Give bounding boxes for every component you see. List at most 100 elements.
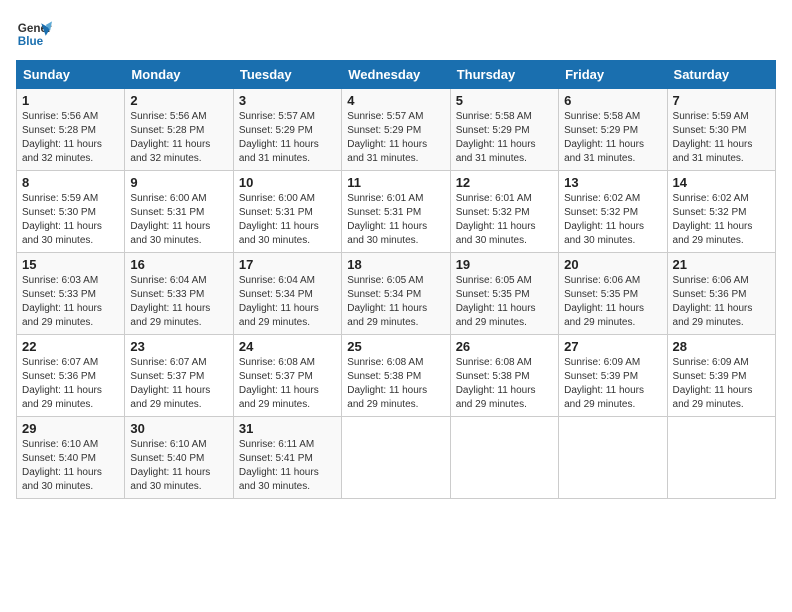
logo: General Blue	[16, 16, 56, 52]
day-detail: Sunrise: 6:06 AMSunset: 5:36 PMDaylight:…	[673, 275, 753, 328]
day-number: 2	[130, 93, 227, 108]
day-number: 12	[456, 175, 553, 190]
day-detail: Sunrise: 6:02 AMSunset: 5:32 PMDaylight:…	[564, 193, 644, 246]
calendar-week-row: 1 Sunrise: 5:56 AMSunset: 5:28 PMDayligh…	[17, 89, 776, 171]
day-number: 31	[239, 421, 336, 436]
calendar-cell: 5 Sunrise: 5:58 AMSunset: 5:29 PMDayligh…	[450, 89, 558, 171]
calendar-cell	[450, 417, 558, 499]
calendar-cell: 23 Sunrise: 6:07 AMSunset: 5:37 PMDaylig…	[125, 335, 233, 417]
day-detail: Sunrise: 5:59 AMSunset: 5:30 PMDaylight:…	[22, 193, 102, 246]
day-detail: Sunrise: 6:07 AMSunset: 5:37 PMDaylight:…	[130, 357, 210, 410]
calendar: SundayMondayTuesdayWednesdayThursdayFrid…	[16, 60, 776, 499]
day-number: 27	[564, 339, 661, 354]
day-detail: Sunrise: 6:10 AMSunset: 5:40 PMDaylight:…	[130, 439, 210, 492]
day-number: 26	[456, 339, 553, 354]
calendar-cell: 6 Sunrise: 5:58 AMSunset: 5:29 PMDayligh…	[559, 89, 667, 171]
day-detail: Sunrise: 6:07 AMSunset: 5:36 PMDaylight:…	[22, 357, 102, 410]
day-number: 14	[673, 175, 770, 190]
day-detail: Sunrise: 6:00 AMSunset: 5:31 PMDaylight:…	[130, 193, 210, 246]
day-detail: Sunrise: 5:57 AMSunset: 5:29 PMDaylight:…	[239, 111, 319, 164]
calendar-cell: 7 Sunrise: 5:59 AMSunset: 5:30 PMDayligh…	[667, 89, 775, 171]
calendar-cell: 8 Sunrise: 5:59 AMSunset: 5:30 PMDayligh…	[17, 171, 125, 253]
day-number: 24	[239, 339, 336, 354]
day-number: 17	[239, 257, 336, 272]
day-number: 4	[347, 93, 444, 108]
weekday-header: Friday	[559, 61, 667, 89]
calendar-cell: 17 Sunrise: 6:04 AMSunset: 5:34 PMDaylig…	[233, 253, 341, 335]
calendar-cell: 19 Sunrise: 6:05 AMSunset: 5:35 PMDaylig…	[450, 253, 558, 335]
weekday-header: Wednesday	[342, 61, 450, 89]
day-detail: Sunrise: 6:09 AMSunset: 5:39 PMDaylight:…	[564, 357, 644, 410]
day-number: 28	[673, 339, 770, 354]
calendar-cell: 4 Sunrise: 5:57 AMSunset: 5:29 PMDayligh…	[342, 89, 450, 171]
calendar-cell: 11 Sunrise: 6:01 AMSunset: 5:31 PMDaylig…	[342, 171, 450, 253]
calendar-cell: 14 Sunrise: 6:02 AMSunset: 5:32 PMDaylig…	[667, 171, 775, 253]
calendar-cell: 12 Sunrise: 6:01 AMSunset: 5:32 PMDaylig…	[450, 171, 558, 253]
day-number: 23	[130, 339, 227, 354]
calendar-week-row: 8 Sunrise: 5:59 AMSunset: 5:30 PMDayligh…	[17, 171, 776, 253]
weekday-header: Saturday	[667, 61, 775, 89]
calendar-cell	[559, 417, 667, 499]
day-detail: Sunrise: 5:59 AMSunset: 5:30 PMDaylight:…	[673, 111, 753, 164]
calendar-cell: 31 Sunrise: 6:11 AMSunset: 5:41 PMDaylig…	[233, 417, 341, 499]
weekday-header: Thursday	[450, 61, 558, 89]
day-detail: Sunrise: 6:04 AMSunset: 5:33 PMDaylight:…	[130, 275, 210, 328]
day-detail: Sunrise: 6:01 AMSunset: 5:31 PMDaylight:…	[347, 193, 427, 246]
calendar-cell: 28 Sunrise: 6:09 AMSunset: 5:39 PMDaylig…	[667, 335, 775, 417]
day-detail: Sunrise: 6:08 AMSunset: 5:38 PMDaylight:…	[347, 357, 427, 410]
day-number: 9	[130, 175, 227, 190]
day-number: 30	[130, 421, 227, 436]
day-detail: Sunrise: 6:05 AMSunset: 5:35 PMDaylight:…	[456, 275, 536, 328]
day-number: 22	[22, 339, 119, 354]
day-number: 7	[673, 93, 770, 108]
day-detail: Sunrise: 6:10 AMSunset: 5:40 PMDaylight:…	[22, 439, 102, 492]
day-detail: Sunrise: 5:57 AMSunset: 5:29 PMDaylight:…	[347, 111, 427, 164]
day-number: 13	[564, 175, 661, 190]
calendar-cell: 15 Sunrise: 6:03 AMSunset: 5:33 PMDaylig…	[17, 253, 125, 335]
day-number: 20	[564, 257, 661, 272]
day-detail: Sunrise: 5:58 AMSunset: 5:29 PMDaylight:…	[456, 111, 536, 164]
calendar-cell: 25 Sunrise: 6:08 AMSunset: 5:38 PMDaylig…	[342, 335, 450, 417]
day-detail: Sunrise: 6:09 AMSunset: 5:39 PMDaylight:…	[673, 357, 753, 410]
day-detail: Sunrise: 6:00 AMSunset: 5:31 PMDaylight:…	[239, 193, 319, 246]
calendar-cell: 29 Sunrise: 6:10 AMSunset: 5:40 PMDaylig…	[17, 417, 125, 499]
logo-icon: General Blue	[16, 16, 52, 52]
day-detail: Sunrise: 6:01 AMSunset: 5:32 PMDaylight:…	[456, 193, 536, 246]
day-number: 1	[22, 93, 119, 108]
calendar-cell: 27 Sunrise: 6:09 AMSunset: 5:39 PMDaylig…	[559, 335, 667, 417]
day-detail: Sunrise: 6:08 AMSunset: 5:38 PMDaylight:…	[456, 357, 536, 410]
calendar-cell: 1 Sunrise: 5:56 AMSunset: 5:28 PMDayligh…	[17, 89, 125, 171]
weekday-header-row: SundayMondayTuesdayWednesdayThursdayFrid…	[17, 61, 776, 89]
calendar-cell: 9 Sunrise: 6:00 AMSunset: 5:31 PMDayligh…	[125, 171, 233, 253]
day-detail: Sunrise: 6:05 AMSunset: 5:34 PMDaylight:…	[347, 275, 427, 328]
day-detail: Sunrise: 6:08 AMSunset: 5:37 PMDaylight:…	[239, 357, 319, 410]
calendar-cell: 2 Sunrise: 5:56 AMSunset: 5:28 PMDayligh…	[125, 89, 233, 171]
weekday-header: Monday	[125, 61, 233, 89]
calendar-week-row: 29 Sunrise: 6:10 AMSunset: 5:40 PMDaylig…	[17, 417, 776, 499]
calendar-cell: 3 Sunrise: 5:57 AMSunset: 5:29 PMDayligh…	[233, 89, 341, 171]
day-number: 16	[130, 257, 227, 272]
day-detail: Sunrise: 5:56 AMSunset: 5:28 PMDaylight:…	[130, 111, 210, 164]
day-detail: Sunrise: 5:58 AMSunset: 5:29 PMDaylight:…	[564, 111, 644, 164]
calendar-cell	[667, 417, 775, 499]
calendar-cell: 30 Sunrise: 6:10 AMSunset: 5:40 PMDaylig…	[125, 417, 233, 499]
header: General Blue	[16, 16, 776, 52]
day-number: 6	[564, 93, 661, 108]
weekday-header: Sunday	[17, 61, 125, 89]
day-detail: Sunrise: 6:03 AMSunset: 5:33 PMDaylight:…	[22, 275, 102, 328]
calendar-cell: 10 Sunrise: 6:00 AMSunset: 5:31 PMDaylig…	[233, 171, 341, 253]
day-number: 8	[22, 175, 119, 190]
calendar-cell: 16 Sunrise: 6:04 AMSunset: 5:33 PMDaylig…	[125, 253, 233, 335]
calendar-cell: 24 Sunrise: 6:08 AMSunset: 5:37 PMDaylig…	[233, 335, 341, 417]
calendar-week-row: 15 Sunrise: 6:03 AMSunset: 5:33 PMDaylig…	[17, 253, 776, 335]
calendar-week-row: 22 Sunrise: 6:07 AMSunset: 5:36 PMDaylig…	[17, 335, 776, 417]
day-number: 25	[347, 339, 444, 354]
svg-text:Blue: Blue	[18, 35, 44, 48]
calendar-cell	[342, 417, 450, 499]
day-number: 3	[239, 93, 336, 108]
calendar-cell: 18 Sunrise: 6:05 AMSunset: 5:34 PMDaylig…	[342, 253, 450, 335]
calendar-cell: 20 Sunrise: 6:06 AMSunset: 5:35 PMDaylig…	[559, 253, 667, 335]
day-detail: Sunrise: 6:02 AMSunset: 5:32 PMDaylight:…	[673, 193, 753, 246]
day-detail: Sunrise: 6:11 AMSunset: 5:41 PMDaylight:…	[239, 439, 319, 492]
day-detail: Sunrise: 5:56 AMSunset: 5:28 PMDaylight:…	[22, 111, 102, 164]
